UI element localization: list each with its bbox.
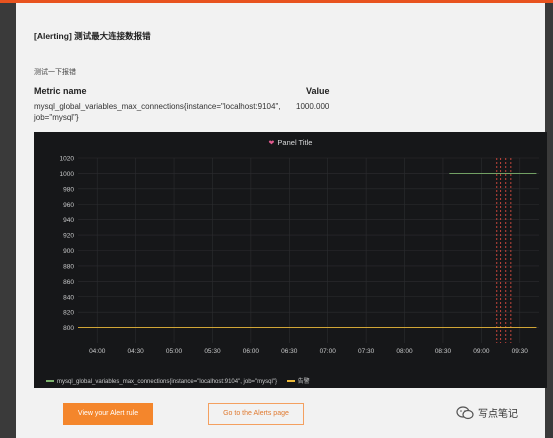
- left-background-edge: [0, 3, 16, 438]
- y-tick-label: 980: [63, 186, 74, 193]
- metric-name-header: Metric name: [34, 86, 87, 96]
- x-tick-label: 05:00: [166, 348, 183, 355]
- y-tick-label: 920: [63, 233, 74, 240]
- go-to-alerts-button[interactable]: Go to the Alerts page: [208, 403, 304, 425]
- alert-description: 测试一下报错: [34, 69, 76, 76]
- y-tick-label: 840: [63, 294, 74, 301]
- legend-swatch-yellow: [286, 380, 295, 383]
- view-alert-rule-button[interactable]: View your Alert rule: [63, 403, 153, 425]
- x-tick-label: 04:00: [89, 348, 106, 355]
- y-tick-label: 900: [63, 248, 74, 255]
- x-tick-label: 08:30: [435, 348, 452, 355]
- metric-value-header: Value: [306, 86, 330, 96]
- watermark: 写点笔记: [456, 405, 518, 420]
- y-tick-label: 1000: [60, 171, 75, 178]
- legend-swatch-green: [46, 380, 54, 383]
- metric-name-cell: mysql_global_variables_max_connections{i…: [34, 102, 281, 122]
- y-tick-label: 860: [63, 279, 74, 286]
- x-tick-label: 04:30: [127, 348, 144, 355]
- x-tick-label: 09:30: [512, 348, 529, 355]
- chart-legend: mysql_global_variables_max_connections{i…: [46, 376, 318, 385]
- alert-title: [Alerting] 测试最大连接数报错: [34, 31, 151, 41]
- legend-label-alert: 告警: [297, 379, 310, 385]
- x-tick-label: 08:00: [396, 348, 413, 355]
- x-tick-label: 07:30: [358, 348, 375, 355]
- chart-svg: 800 820 840 860 880 900 920 940 960 980 1000 1020 04…: [60, 156, 539, 355]
- y-tick-label: 880: [63, 263, 74, 270]
- x-tick-label: 06:30: [281, 348, 298, 355]
- y-tick-label: 940: [63, 217, 74, 224]
- legend-item-alert[interactable]: 告警: [286, 379, 310, 385]
- y-tick-label: 1020: [60, 156, 75, 163]
- y-tick-label: 820: [63, 310, 74, 317]
- legend-item-max-connections[interactable]: mysql_global_variables_max_connections{i…: [46, 379, 277, 385]
- watermark-text: 写点笔记: [478, 409, 518, 420]
- x-tick-label: 06:00: [243, 348, 260, 355]
- graph-panel: ❤ Panel Title 800 820 840 860 880 900 920 940 960…: [34, 132, 547, 388]
- x-tick-label: 07:00: [320, 348, 337, 355]
- alert-email-card: [Alerting] 测试最大连接数报错 测试一下报错 Metric name …: [16, 3, 547, 438]
- x-tick-label: 09:00: [473, 348, 490, 355]
- y-tick-label: 960: [63, 202, 74, 209]
- legend-label-max-connections: mysql_global_variables_max_connections{i…: [57, 379, 277, 385]
- wechat-icon: [456, 405, 474, 419]
- x-tick-label: 05:30: [204, 348, 221, 355]
- y-tick-label: 800: [63, 325, 74, 332]
- metric-value-cell: 1000.000: [296, 102, 330, 111]
